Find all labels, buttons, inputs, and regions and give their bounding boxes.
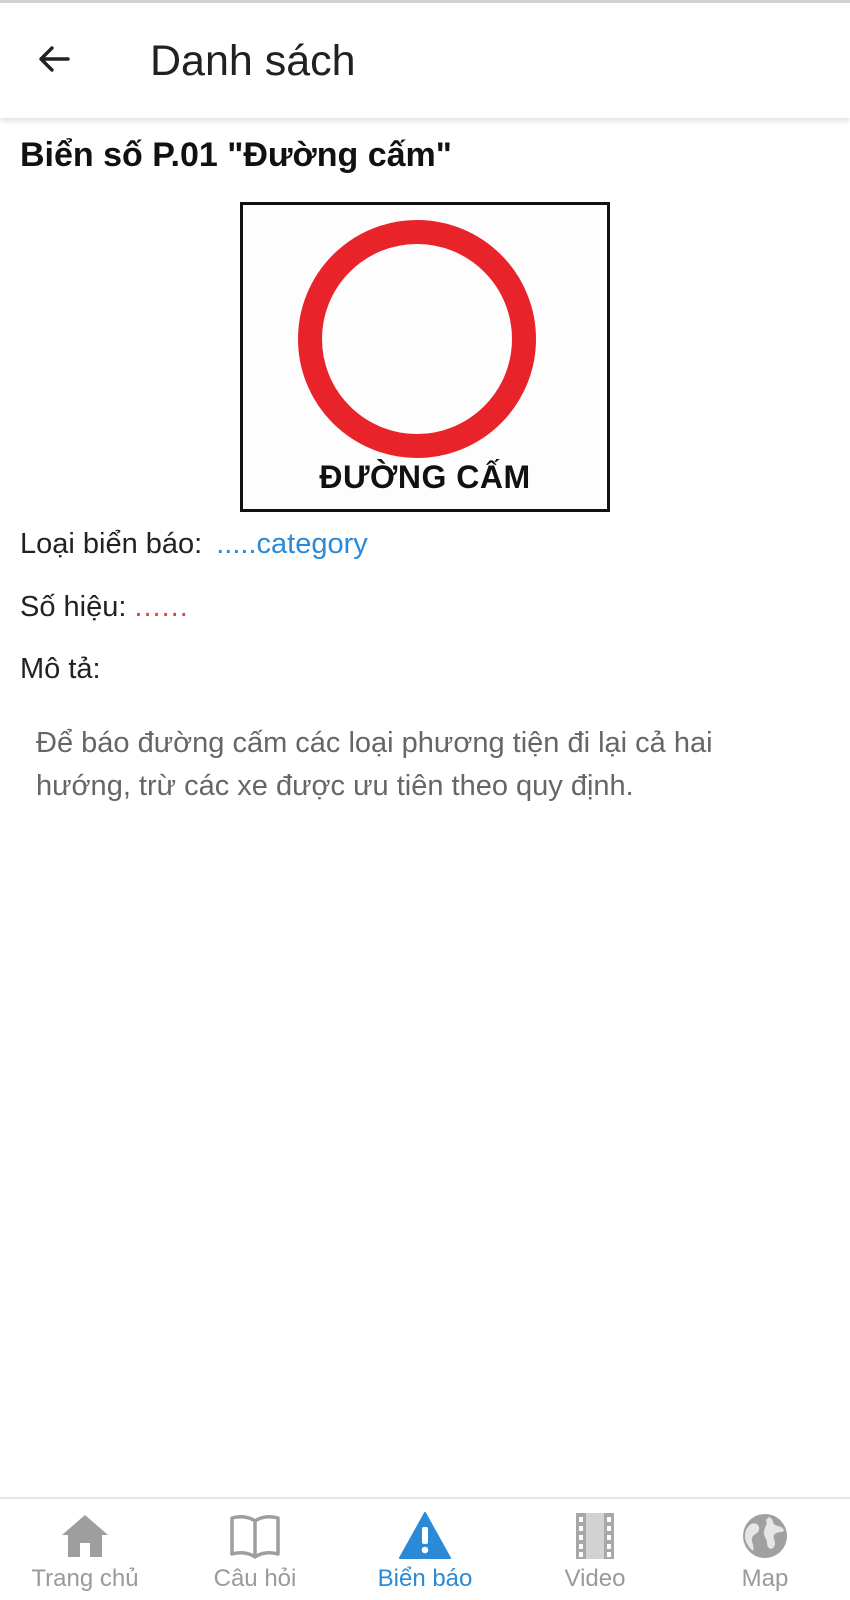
warning-icon <box>399 1512 451 1559</box>
category-label: Loại biển báo: <box>20 528 203 560</box>
film-icon <box>576 1513 614 1559</box>
nav-item-home[interactable]: Trang chủ <box>0 1499 170 1600</box>
nav-item-questions[interactable]: Câu hỏi <box>170 1499 340 1600</box>
arrow-left-icon <box>39 46 70 72</box>
category-link[interactable]: .....category <box>216 528 368 560</box>
back-button[interactable] <box>28 33 80 85</box>
sign-red-ring <box>298 220 536 458</box>
sign-title: Biển số P.01 "Đường cấm" <box>20 136 452 174</box>
description-label: Mô tả: <box>20 653 101 685</box>
globe-icon <box>743 1514 787 1558</box>
nav-label-video: Video <box>564 1565 626 1592</box>
app-screen: Danh sách Biển số P.01 "Đường cấm" ĐƯỜNG… <box>0 0 850 1600</box>
code-value: ...... <box>134 591 189 623</box>
home-icon <box>62 1515 108 1557</box>
book-icon <box>230 1515 280 1559</box>
nav-label-signs: Biển báo <box>377 1565 473 1592</box>
app-bar: Danh sách <box>0 0 850 118</box>
category-row: Loại biển báo: .....category <box>20 528 368 561</box>
nav-item-map[interactable]: Map <box>680 1499 850 1600</box>
description-text: Để báo đường cấm các loại phương tiện đi… <box>36 727 713 802</box>
code-row: Số hiệu:...... <box>20 591 189 624</box>
bottom-navigation: Trang chủ Câu hỏi Biển báo Video Map <box>0 1497 850 1600</box>
page-title: Danh sách <box>150 37 356 85</box>
code-label: Số hiệu: <box>20 591 127 623</box>
sign-image: ĐƯỜNG CẤM <box>240 202 610 512</box>
nav-label-map: Map <box>741 1565 789 1592</box>
sign-image-caption: ĐƯỜNG CẤM <box>319 459 531 495</box>
nav-item-video[interactable]: Video <box>510 1499 680 1600</box>
nav-label-questions: Câu hỏi <box>213 1565 297 1592</box>
nav-label-home: Trang chủ <box>31 1565 139 1592</box>
nav-item-signs[interactable]: Biển báo <box>340 1499 510 1600</box>
